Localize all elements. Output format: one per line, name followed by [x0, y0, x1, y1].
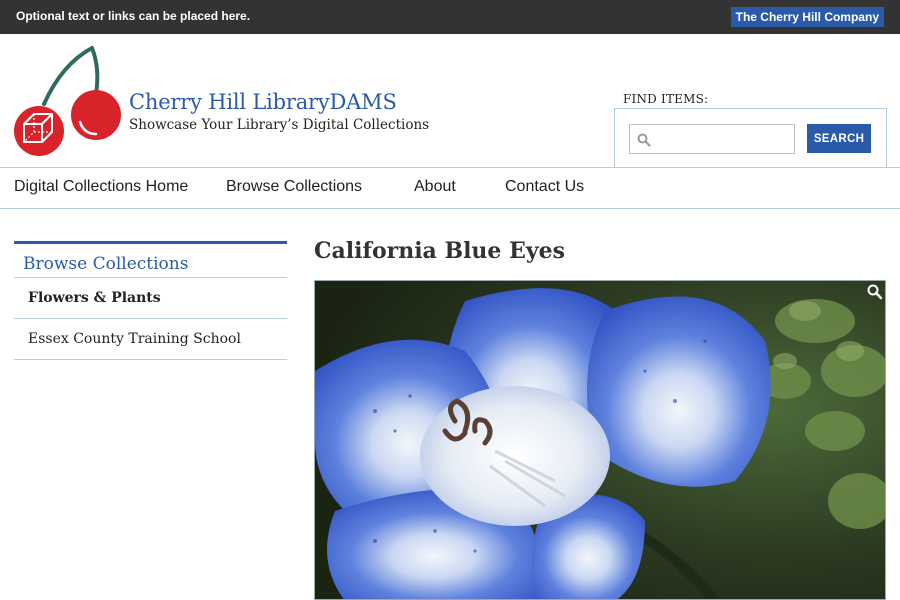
search-button[interactable]: SEARCH — [807, 124, 871, 153]
site-title[interactable]: Cherry Hill LibraryDAMS — [129, 90, 397, 114]
item-image[interactable] — [314, 280, 886, 600]
company-link[interactable]: The Cherry Hill Company — [730, 7, 884, 27]
cherry-logo-icon[interactable] — [10, 44, 128, 160]
find-items-label: FIND ITEMS: — [623, 92, 709, 106]
sidebar-heading: Browse Collections — [14, 244, 287, 278]
nav-item-browse-collections[interactable]: Browse Collections — [226, 178, 362, 196]
top-bar: Optional text or links can be placed her… — [0, 0, 900, 34]
nav-item-about[interactable]: About — [414, 178, 456, 196]
site-tagline: Showcase Your Library’s Digital Collecti… — [129, 117, 430, 133]
main-nav: Digital Collections Home Browse Collecti… — [0, 167, 900, 209]
search-icon — [637, 132, 651, 147]
zoom-icon[interactable] — [863, 281, 885, 303]
search-panel: SEARCH — [614, 108, 887, 168]
search-input[interactable] — [629, 124, 795, 154]
sidebar: Browse Collections Flowers & Plants Esse… — [14, 241, 287, 360]
item-title: California Blue Eyes — [314, 238, 566, 264]
sidebar-item-flowers-plants[interactable]: Flowers & Plants — [14, 278, 287, 319]
topbar-optional-text: Optional text or links can be placed her… — [16, 9, 251, 23]
nav-item-digital-collections-home[interactable]: Digital Collections Home — [14, 178, 188, 196]
sidebar-item-essex-county-training-school[interactable]: Essex County Training School — [14, 319, 287, 360]
nav-item-contact-us[interactable]: Contact Us — [505, 178, 584, 196]
